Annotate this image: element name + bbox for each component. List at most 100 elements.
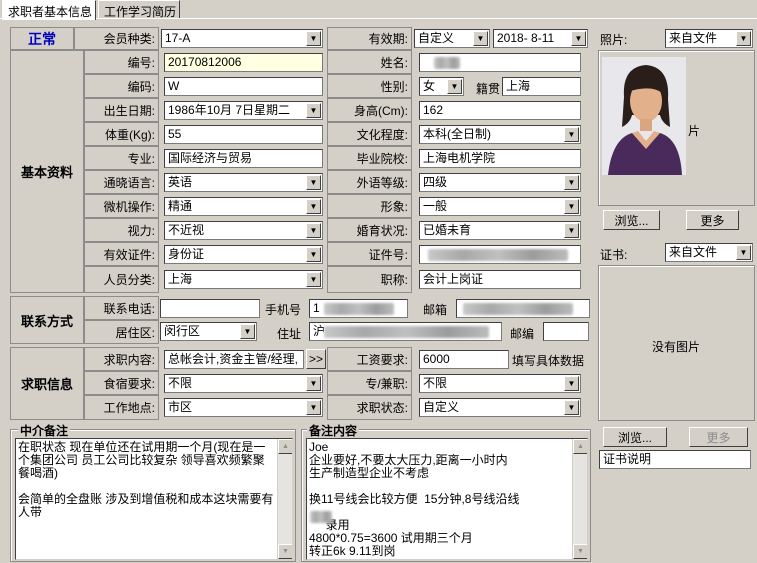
member-type-select[interactable]: 17-A ▼ (161, 29, 323, 48)
computer-select[interactable]: 精通 ▼ (164, 197, 323, 216)
scrollbar[interactable]: ▲ ▼ (572, 439, 587, 559)
chevron-down-icon[interactable]: ▼ (306, 199, 321, 214)
number-field[interactable]: 20170812006 (164, 53, 323, 72)
certificate-label: 证书: (600, 248, 628, 262)
chevron-down-icon[interactable]: ▼ (564, 223, 579, 238)
chevron-down-icon[interactable]: ▼ (564, 127, 579, 142)
chevron-down-icon[interactable]: ▼ (306, 376, 321, 391)
native-field[interactable]: 上海 (502, 77, 581, 96)
tab-divider (0, 18, 757, 19)
salary-field[interactable]: 6000 (419, 350, 509, 369)
code-field[interactable]: W (164, 77, 323, 96)
email-field[interactable] (456, 299, 590, 318)
salary-label: 工资要求: (327, 347, 412, 371)
section-contact: 联系方式 (10, 296, 84, 344)
education-select[interactable]: 本科(全日制) ▼ (419, 125, 581, 144)
id-number-field[interactable] (419, 245, 581, 264)
tab-work-history[interactable]: 工作学习简历 (98, 0, 180, 19)
scroll-down-icon[interactable]: ▼ (573, 544, 587, 559)
scroll-up-icon[interactable]: ▲ (573, 439, 587, 454)
school-field[interactable]: 上海电机学院 (419, 149, 581, 168)
chevron-down-icon[interactable]: ▼ (564, 376, 579, 391)
chevron-down-icon[interactable]: ▼ (306, 223, 321, 238)
native-label: 籍贯 (476, 82, 501, 96)
name-field[interactable] (419, 53, 581, 72)
gender-select[interactable]: 女 ▼ (419, 77, 464, 96)
validity-label: 有效期: (327, 27, 412, 50)
major-field[interactable]: 国际经济与贸易 (164, 149, 323, 168)
fulltime-label: 专/兼职: (327, 371, 412, 395)
appearance-select[interactable]: 一般 ▼ (419, 197, 581, 216)
weight-field[interactable]: 55 (164, 125, 323, 144)
lodging-select[interactable]: 不限 ▼ (164, 374, 323, 393)
validity-type-select[interactable]: 自定义 ▼ (414, 29, 490, 48)
chevron-down-icon[interactable]: ▼ (306, 272, 321, 287)
address-label: 住址 (277, 327, 302, 341)
title-label: 职称: (327, 266, 412, 293)
chevron-down-icon[interactable]: ▼ (306, 175, 321, 190)
phone-field[interactable] (160, 299, 260, 318)
photo-source-select[interactable]: 来自文件 ▼ (665, 29, 753, 48)
chevron-down-icon[interactable]: ▼ (564, 175, 579, 190)
job-content-label: 求职内容: (84, 347, 159, 371)
tab-basic-info[interactable]: 求职者基本信息 (2, 0, 96, 20)
chevron-down-icon[interactable]: ▼ (571, 31, 586, 46)
status-label: 正常 (10, 27, 74, 50)
language-label: 通晓语言: (84, 170, 159, 194)
postcode-field[interactable] (543, 322, 589, 341)
section-basic: 基本资料 (10, 50, 84, 293)
location-label: 工作地点: (84, 395, 159, 420)
remark-title: 备注内容 (307, 422, 360, 439)
postcode-label: 邮编 (510, 327, 535, 341)
redacted-name (310, 511, 332, 523)
chevron-down-icon[interactable]: ▼ (447, 79, 462, 94)
height-field[interactable]: 162 (419, 101, 581, 120)
height-label: 身高(Cm): (327, 98, 412, 122)
remark-textarea[interactable]: Joe 企业要好,不要太大压力,距离一小时内 生产制造型企业不考虑 换11号线会… (306, 438, 588, 560)
chevron-down-icon[interactable]: ▼ (306, 400, 321, 415)
email-label: 邮箱 (423, 303, 448, 317)
vision-select[interactable]: 不近视 ▼ (164, 221, 323, 240)
chevron-down-icon[interactable]: ▼ (473, 31, 488, 46)
cert-more-button[interactable]: 更多 (689, 427, 748, 447)
marital-select[interactable]: 已婚未育 ▼ (419, 221, 581, 240)
foreign-level-label: 外语等级: (327, 170, 412, 194)
chevron-down-icon[interactable]: ▼ (306, 103, 321, 118)
chevron-down-icon[interactable]: ▼ (736, 31, 751, 46)
major-label: 专业: (84, 146, 159, 170)
weight-label: 体重(Kg): (84, 122, 159, 146)
chevron-down-icon[interactable]: ▼ (240, 324, 255, 339)
job-content-field[interactable]: 总帐会计,资金主管/经理, (164, 350, 304, 369)
id-type-select[interactable]: 身份证 ▼ (164, 245, 323, 264)
residence-select[interactable]: 闵行区 ▼ (160, 322, 257, 341)
scrollbar[interactable]: ▲ ▼ (277, 439, 292, 559)
scroll-down-icon[interactable]: ▼ (278, 544, 292, 559)
cert-description-field[interactable]: 证书说明 (599, 450, 751, 469)
address-field[interactable]: 沪 (309, 322, 502, 341)
scroll-up-icon[interactable]: ▲ (278, 439, 292, 454)
language-select[interactable]: 英语 ▼ (164, 173, 323, 192)
foreign-level-select[interactable]: 四级 ▼ (419, 173, 581, 192)
birth-date-picker[interactable]: 1986年10月 7日星期二 ▼ (164, 101, 323, 120)
fulltime-select[interactable]: 不限 ▼ (419, 374, 581, 393)
chevron-down-icon[interactable]: ▼ (564, 400, 579, 415)
cert-source-select[interactable]: 来自文件 ▼ (665, 243, 753, 262)
chevron-down-icon[interactable]: ▼ (306, 247, 321, 262)
photo-browse-button[interactable]: 浏览... (603, 210, 660, 230)
chevron-down-icon[interactable]: ▼ (736, 245, 751, 260)
mobile-field[interactable]: 1 (309, 299, 408, 318)
cert-browse-button[interactable]: 浏览... (603, 427, 667, 447)
more-jobs-button[interactable]: >> (306, 349, 326, 369)
school-label: 毕业院校: (327, 146, 412, 170)
location-select[interactable]: 市区 ▼ (164, 398, 323, 417)
photo-more-button[interactable]: 更多 (686, 210, 739, 230)
job-status-select[interactable]: 自定义 ▼ (419, 398, 581, 417)
validity-date-picker[interactable]: 2018- 8-11 ▼ (493, 29, 588, 48)
chevron-down-icon[interactable]: ▼ (564, 199, 579, 214)
name-label: 姓名: (327, 50, 412, 74)
title-field[interactable]: 会计上岗证 (419, 270, 581, 289)
person-class-select[interactable]: 上海 ▼ (164, 270, 323, 289)
chevron-down-icon[interactable]: ▼ (306, 31, 321, 46)
agent-note-textarea[interactable]: 在职状态 现在单位还在试用期一个月(现在是一个集团公司 员工公司比较复杂 领导喜… (15, 438, 293, 560)
appearance-label: 形象: (327, 194, 412, 218)
